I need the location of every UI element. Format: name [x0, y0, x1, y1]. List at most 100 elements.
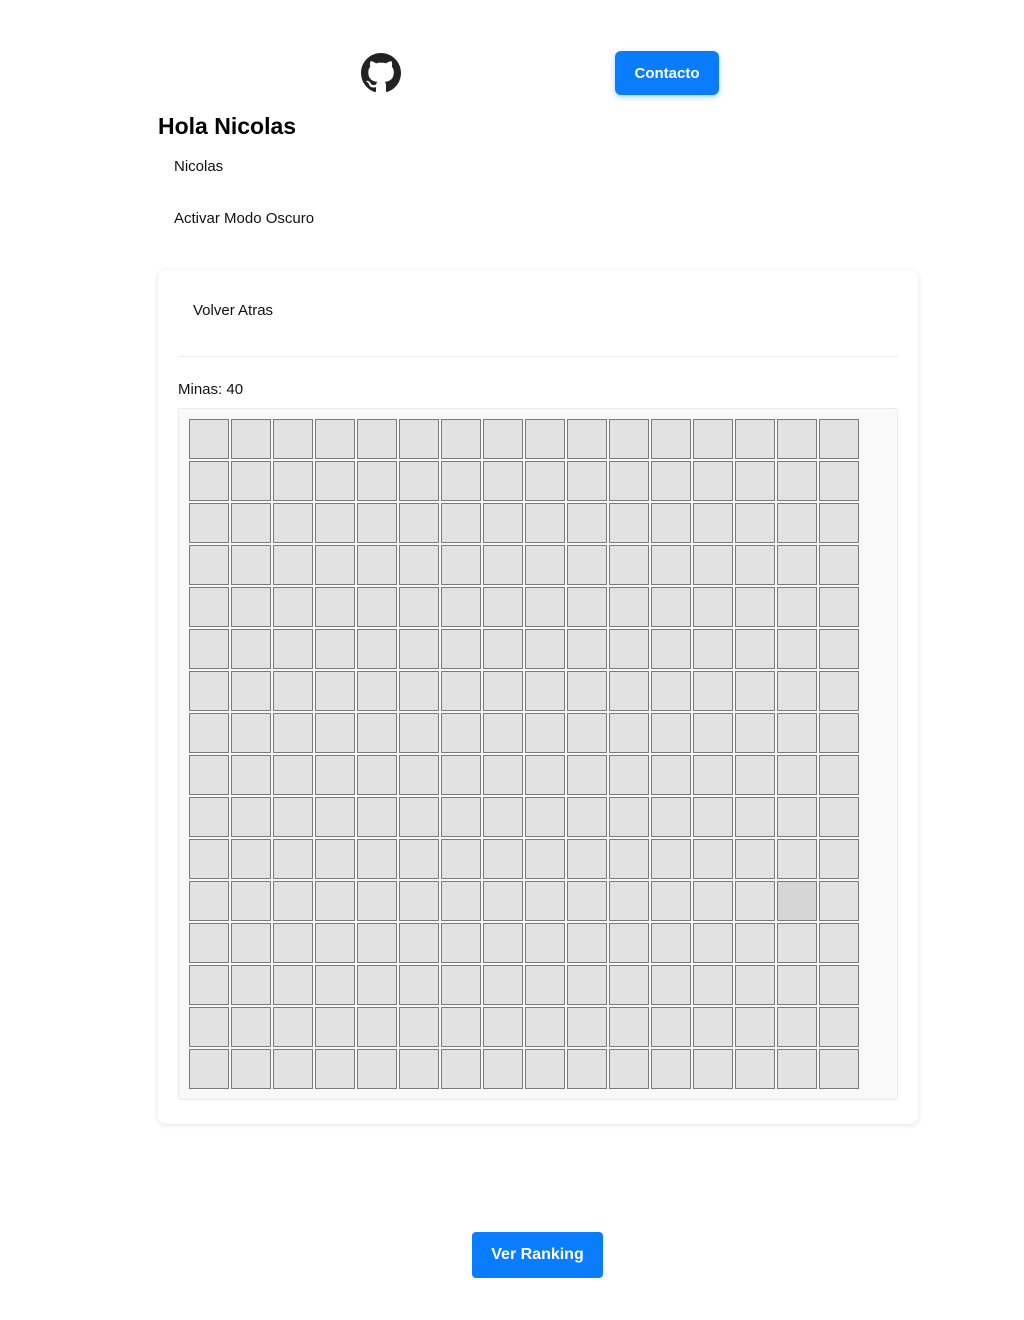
ranking-button[interactable]: Ver Ranking [472, 1232, 603, 1278]
board-cell[interactable] [315, 587, 355, 627]
board-cell[interactable] [735, 1007, 775, 1047]
board-cell[interactable] [777, 671, 817, 711]
board-cell[interactable] [189, 503, 229, 543]
board-cell[interactable] [567, 923, 607, 963]
board-cell[interactable] [567, 545, 607, 585]
board-cell[interactable] [357, 629, 397, 669]
board-cell[interactable] [189, 755, 229, 795]
board-cell[interactable] [273, 797, 313, 837]
contact-button[interactable]: Contacto [615, 51, 719, 95]
board-cell[interactable] [777, 545, 817, 585]
board-cell[interactable] [357, 587, 397, 627]
board-cell[interactable] [567, 587, 607, 627]
board-cell[interactable] [315, 713, 355, 753]
board-cell[interactable] [609, 1007, 649, 1047]
board-cell[interactable] [315, 797, 355, 837]
board-cell[interactable] [693, 629, 733, 669]
board-cell[interactable] [399, 755, 439, 795]
board-cell[interactable] [693, 1049, 733, 1089]
board-cell[interactable] [441, 503, 481, 543]
board-cell[interactable] [231, 839, 271, 879]
board-cell[interactable] [651, 755, 691, 795]
board-cell[interactable] [693, 419, 733, 459]
board-cell[interactable] [735, 503, 775, 543]
board-cell[interactable] [735, 419, 775, 459]
board-cell[interactable] [441, 545, 481, 585]
board-cell[interactable] [231, 1049, 271, 1089]
board-cell[interactable] [609, 503, 649, 543]
board-cell[interactable] [567, 755, 607, 795]
board-cell[interactable] [819, 1007, 859, 1047]
dark-mode-toggle[interactable]: Activar Modo Oscuro [174, 210, 314, 227]
board-cell[interactable] [483, 797, 523, 837]
board-cell[interactable] [735, 713, 775, 753]
board-cell[interactable] [189, 671, 229, 711]
board-cell[interactable] [315, 923, 355, 963]
board-cell[interactable] [735, 461, 775, 501]
board-cell[interactable] [231, 881, 271, 921]
board-cell[interactable] [819, 461, 859, 501]
board-cell[interactable] [693, 797, 733, 837]
board-cell[interactable] [273, 881, 313, 921]
board-cell[interactable] [399, 1007, 439, 1047]
board-cell[interactable] [693, 545, 733, 585]
board-cell[interactable] [315, 1007, 355, 1047]
board-cell[interactable] [693, 461, 733, 501]
board-cell[interactable] [315, 755, 355, 795]
board-cell[interactable] [819, 671, 859, 711]
board-cell[interactable] [777, 881, 817, 921]
board-cell[interactable] [567, 671, 607, 711]
board-cell[interactable] [441, 839, 481, 879]
board-cell[interactable] [525, 671, 565, 711]
board-cell[interactable] [441, 629, 481, 669]
board-cell[interactable] [231, 461, 271, 501]
board-cell[interactable] [441, 1049, 481, 1089]
board-cell[interactable] [525, 503, 565, 543]
board-cell[interactable] [399, 881, 439, 921]
board-cell[interactable] [441, 923, 481, 963]
board-cell[interactable] [273, 755, 313, 795]
board-cell[interactable] [651, 419, 691, 459]
board-cell[interactable] [231, 587, 271, 627]
board-cell[interactable] [567, 965, 607, 1005]
board-cell[interactable] [735, 965, 775, 1005]
board-cell[interactable] [483, 839, 523, 879]
board-cell[interactable] [609, 629, 649, 669]
board-cell[interactable] [525, 839, 565, 879]
board-cell[interactable] [483, 1049, 523, 1089]
board-cell[interactable] [693, 839, 733, 879]
board-cell[interactable] [273, 503, 313, 543]
board-cell[interactable] [231, 629, 271, 669]
board-cell[interactable] [315, 419, 355, 459]
board-cell[interactable] [315, 965, 355, 1005]
board-cell[interactable] [483, 965, 523, 1005]
board-cell[interactable] [651, 1007, 691, 1047]
board-cell[interactable] [399, 713, 439, 753]
board-cell[interactable] [609, 545, 649, 585]
board-cell[interactable] [483, 755, 523, 795]
board-cell[interactable] [651, 671, 691, 711]
board-cell[interactable] [231, 503, 271, 543]
board-cell[interactable] [693, 965, 733, 1005]
board-cell[interactable] [651, 629, 691, 669]
board-cell[interactable] [483, 503, 523, 543]
board-cell[interactable] [693, 755, 733, 795]
board-cell[interactable] [525, 923, 565, 963]
board-cell[interactable] [399, 797, 439, 837]
board-cell[interactable] [189, 881, 229, 921]
board-cell[interactable] [693, 503, 733, 543]
board-cell[interactable] [357, 1049, 397, 1089]
board-cell[interactable] [525, 587, 565, 627]
board-cell[interactable] [441, 461, 481, 501]
board-cell[interactable] [567, 1007, 607, 1047]
board-cell[interactable] [651, 797, 691, 837]
board-cell[interactable] [651, 545, 691, 585]
board-cell[interactable] [609, 965, 649, 1005]
board-cell[interactable] [525, 797, 565, 837]
board-cell[interactable] [735, 587, 775, 627]
board-cell[interactable] [525, 419, 565, 459]
board-cell[interactable] [819, 713, 859, 753]
board-cell[interactable] [693, 671, 733, 711]
board-cell[interactable] [525, 881, 565, 921]
board-cell[interactable] [777, 839, 817, 879]
